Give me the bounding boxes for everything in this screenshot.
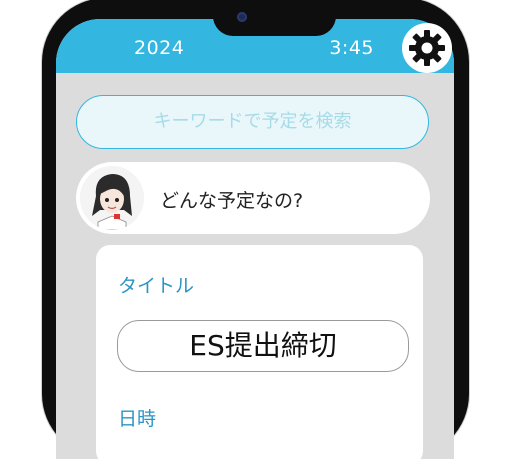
settings-button[interactable] xyxy=(402,23,452,73)
search-input[interactable]: キーワードで予定を検索 xyxy=(76,95,429,149)
clock-right: 3:45 xyxy=(329,37,374,59)
avatar xyxy=(80,166,144,230)
avatar-illustration xyxy=(80,166,144,230)
clock-left: 2024 xyxy=(134,37,185,59)
camera-icon xyxy=(237,12,247,22)
title-label: タイトル xyxy=(118,275,195,297)
phone-notch xyxy=(213,0,336,36)
assistant-message: どんな予定なの? xyxy=(160,190,304,212)
gear-icon xyxy=(409,30,445,66)
status-clock: 2024 3:45 xyxy=(134,37,374,59)
title-input[interactable]: ES提出締切 xyxy=(117,320,409,372)
datetime-label: 日時 xyxy=(118,408,157,430)
